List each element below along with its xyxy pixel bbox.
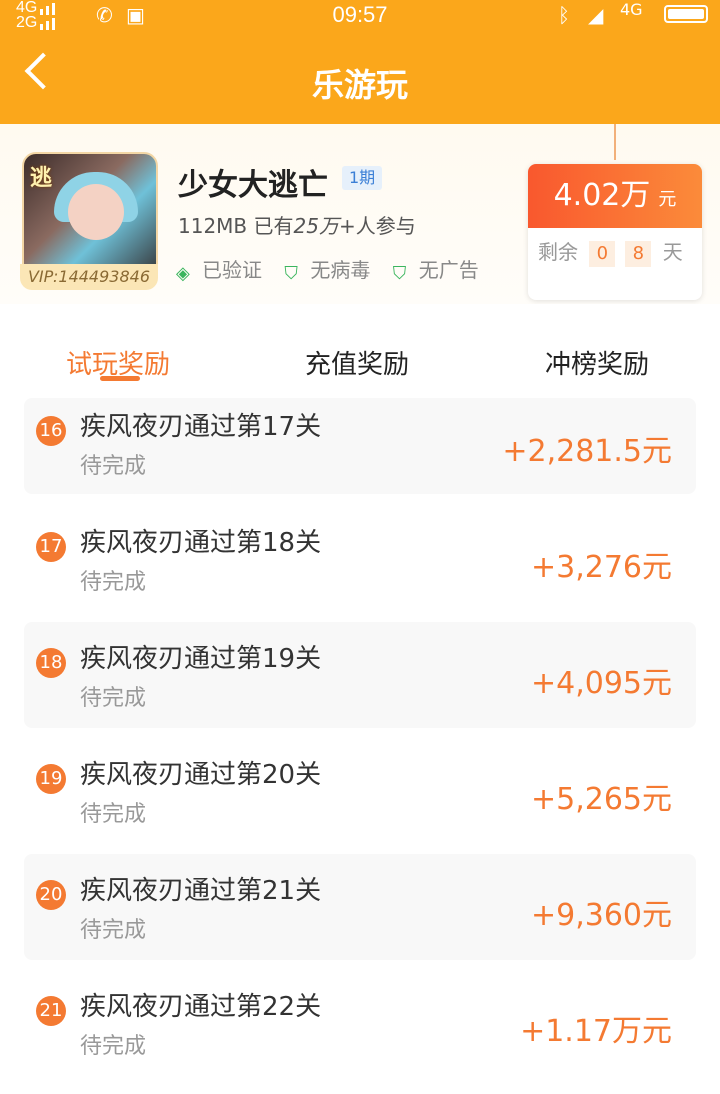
no-ads-badge: ⛉ 无广告 (392, 258, 479, 284)
task-status: 待完成 (80, 918, 147, 943)
reward-card: 4.02万元 剩余 08 天 (528, 164, 702, 300)
task-title: 疾风夜刃通过第18关 (80, 528, 322, 558)
safety-badges: ◈ 已验证 ⛉ 无病毒 ⛉ 无广告 (176, 254, 495, 285)
remain-digit: 8 (625, 241, 652, 267)
participants-count: 25万+ (293, 214, 356, 238)
remain-label: 剩余 (538, 240, 578, 264)
tab-recharge-reward[interactable]: 充值奖励 (305, 344, 409, 381)
task-amount: +3,276元 (530, 550, 672, 585)
task-title: 疾风夜刃通过第21关 (80, 876, 322, 906)
reward-total: 4.02万元 (528, 164, 702, 228)
task-amount: +2,281.5元 (502, 434, 672, 469)
task-title: 疾风夜刃通过第19关 (80, 644, 322, 674)
reward-amount: 4.02万 (553, 178, 651, 213)
card-pin-decoration (614, 124, 616, 160)
signal-right-label: 4G (620, 0, 643, 19)
task-number: 16 (36, 416, 66, 446)
task-amount: +4,095元 (530, 666, 672, 701)
task-row[interactable]: 17 疾风夜刃通过第18关 待完成 +3,276元 (24, 514, 696, 610)
reward-unit: 元 (658, 189, 677, 210)
task-row[interactable]: 20 疾风夜刃通过第21关 待完成 +9,360元 (24, 854, 696, 960)
verified-badge: ◈ 已验证 (176, 258, 262, 284)
mute-icon: ◢ (588, 3, 604, 27)
task-status: 待完成 (80, 570, 147, 595)
task-status: 待完成 (80, 454, 147, 479)
task-amount: +1.17万元 (520, 1014, 672, 1049)
task-number: 20 (36, 880, 66, 910)
task-status: 待完成 (80, 1034, 147, 1059)
remain-unit: 天 (662, 240, 683, 264)
participants-suffix: 人参与 (355, 214, 416, 238)
remaining-days: 剩余 08 天 (538, 236, 683, 267)
vip-badge: VIP:144493846 (20, 264, 158, 290)
verified-icon: ◈ (176, 263, 190, 284)
tab-ranking-reward[interactable]: 冲榜奖励 (545, 344, 649, 381)
no-virus-badge: ⛉ 无病毒 (284, 258, 371, 284)
battery-icon (664, 5, 708, 23)
task-row[interactable]: 18 疾风夜刃通过第19关 待完成 +4,095元 (24, 622, 696, 728)
task-title: 疾风夜刃通过第17关 (80, 412, 322, 442)
game-logo-icon: 逃 (30, 166, 53, 191)
shield-slash-icon: ⛉ (392, 263, 407, 284)
shield-check-icon: ⛉ (284, 263, 298, 284)
task-status: 待完成 (80, 686, 147, 711)
status-bar: 4G 2G ✆ ▣ 09:57 ᛒ ◢ 4G (0, 0, 720, 31)
game-size: 112MB (178, 214, 248, 238)
task-number: 18 (36, 648, 66, 678)
task-amount: +5,265元 (530, 782, 672, 817)
task-row[interactable]: 19 疾风夜刃通过第20关 待完成 +5,265元 (24, 746, 696, 842)
reward-tabs: 试玩奖励 充值奖励 冲榜奖励 (0, 304, 720, 396)
task-amount: +9,360元 (530, 898, 672, 933)
task-status: 待完成 (80, 802, 147, 827)
clock: 09:57 (332, 2, 388, 27)
bluetooth-icon: ᛒ (558, 3, 570, 27)
period-badge: 1期 (342, 166, 383, 190)
task-number: 19 (36, 764, 66, 794)
game-meta: 112MB 已有25万+人参与 (178, 210, 416, 239)
task-number: 17 (36, 532, 66, 562)
active-tab-indicator (100, 376, 140, 381)
task-number: 21 (36, 996, 66, 1026)
task-row[interactable]: 16 疾风夜刃通过第17关 待完成 +2,281.5元 (24, 398, 696, 494)
task-title: 疾风夜刃通过第22关 (80, 992, 322, 1022)
page-title: 乐游玩 (311, 66, 408, 104)
game-name: 少女大逃亡 (178, 168, 328, 203)
nav-bar: 乐游玩 (0, 30, 720, 124)
task-row[interactable]: 21 疾风夜刃通过第22关 待完成 +1.17万元 (24, 978, 696, 1074)
participants-prefix: 已有 (253, 214, 294, 238)
remain-digit: 0 (589, 241, 616, 267)
game-info-panel: 逃 VIP:144493846 少女大逃亡 1期 112MB 已有25万+人参与… (0, 124, 720, 304)
task-title: 疾风夜刃通过第20关 (80, 760, 322, 790)
